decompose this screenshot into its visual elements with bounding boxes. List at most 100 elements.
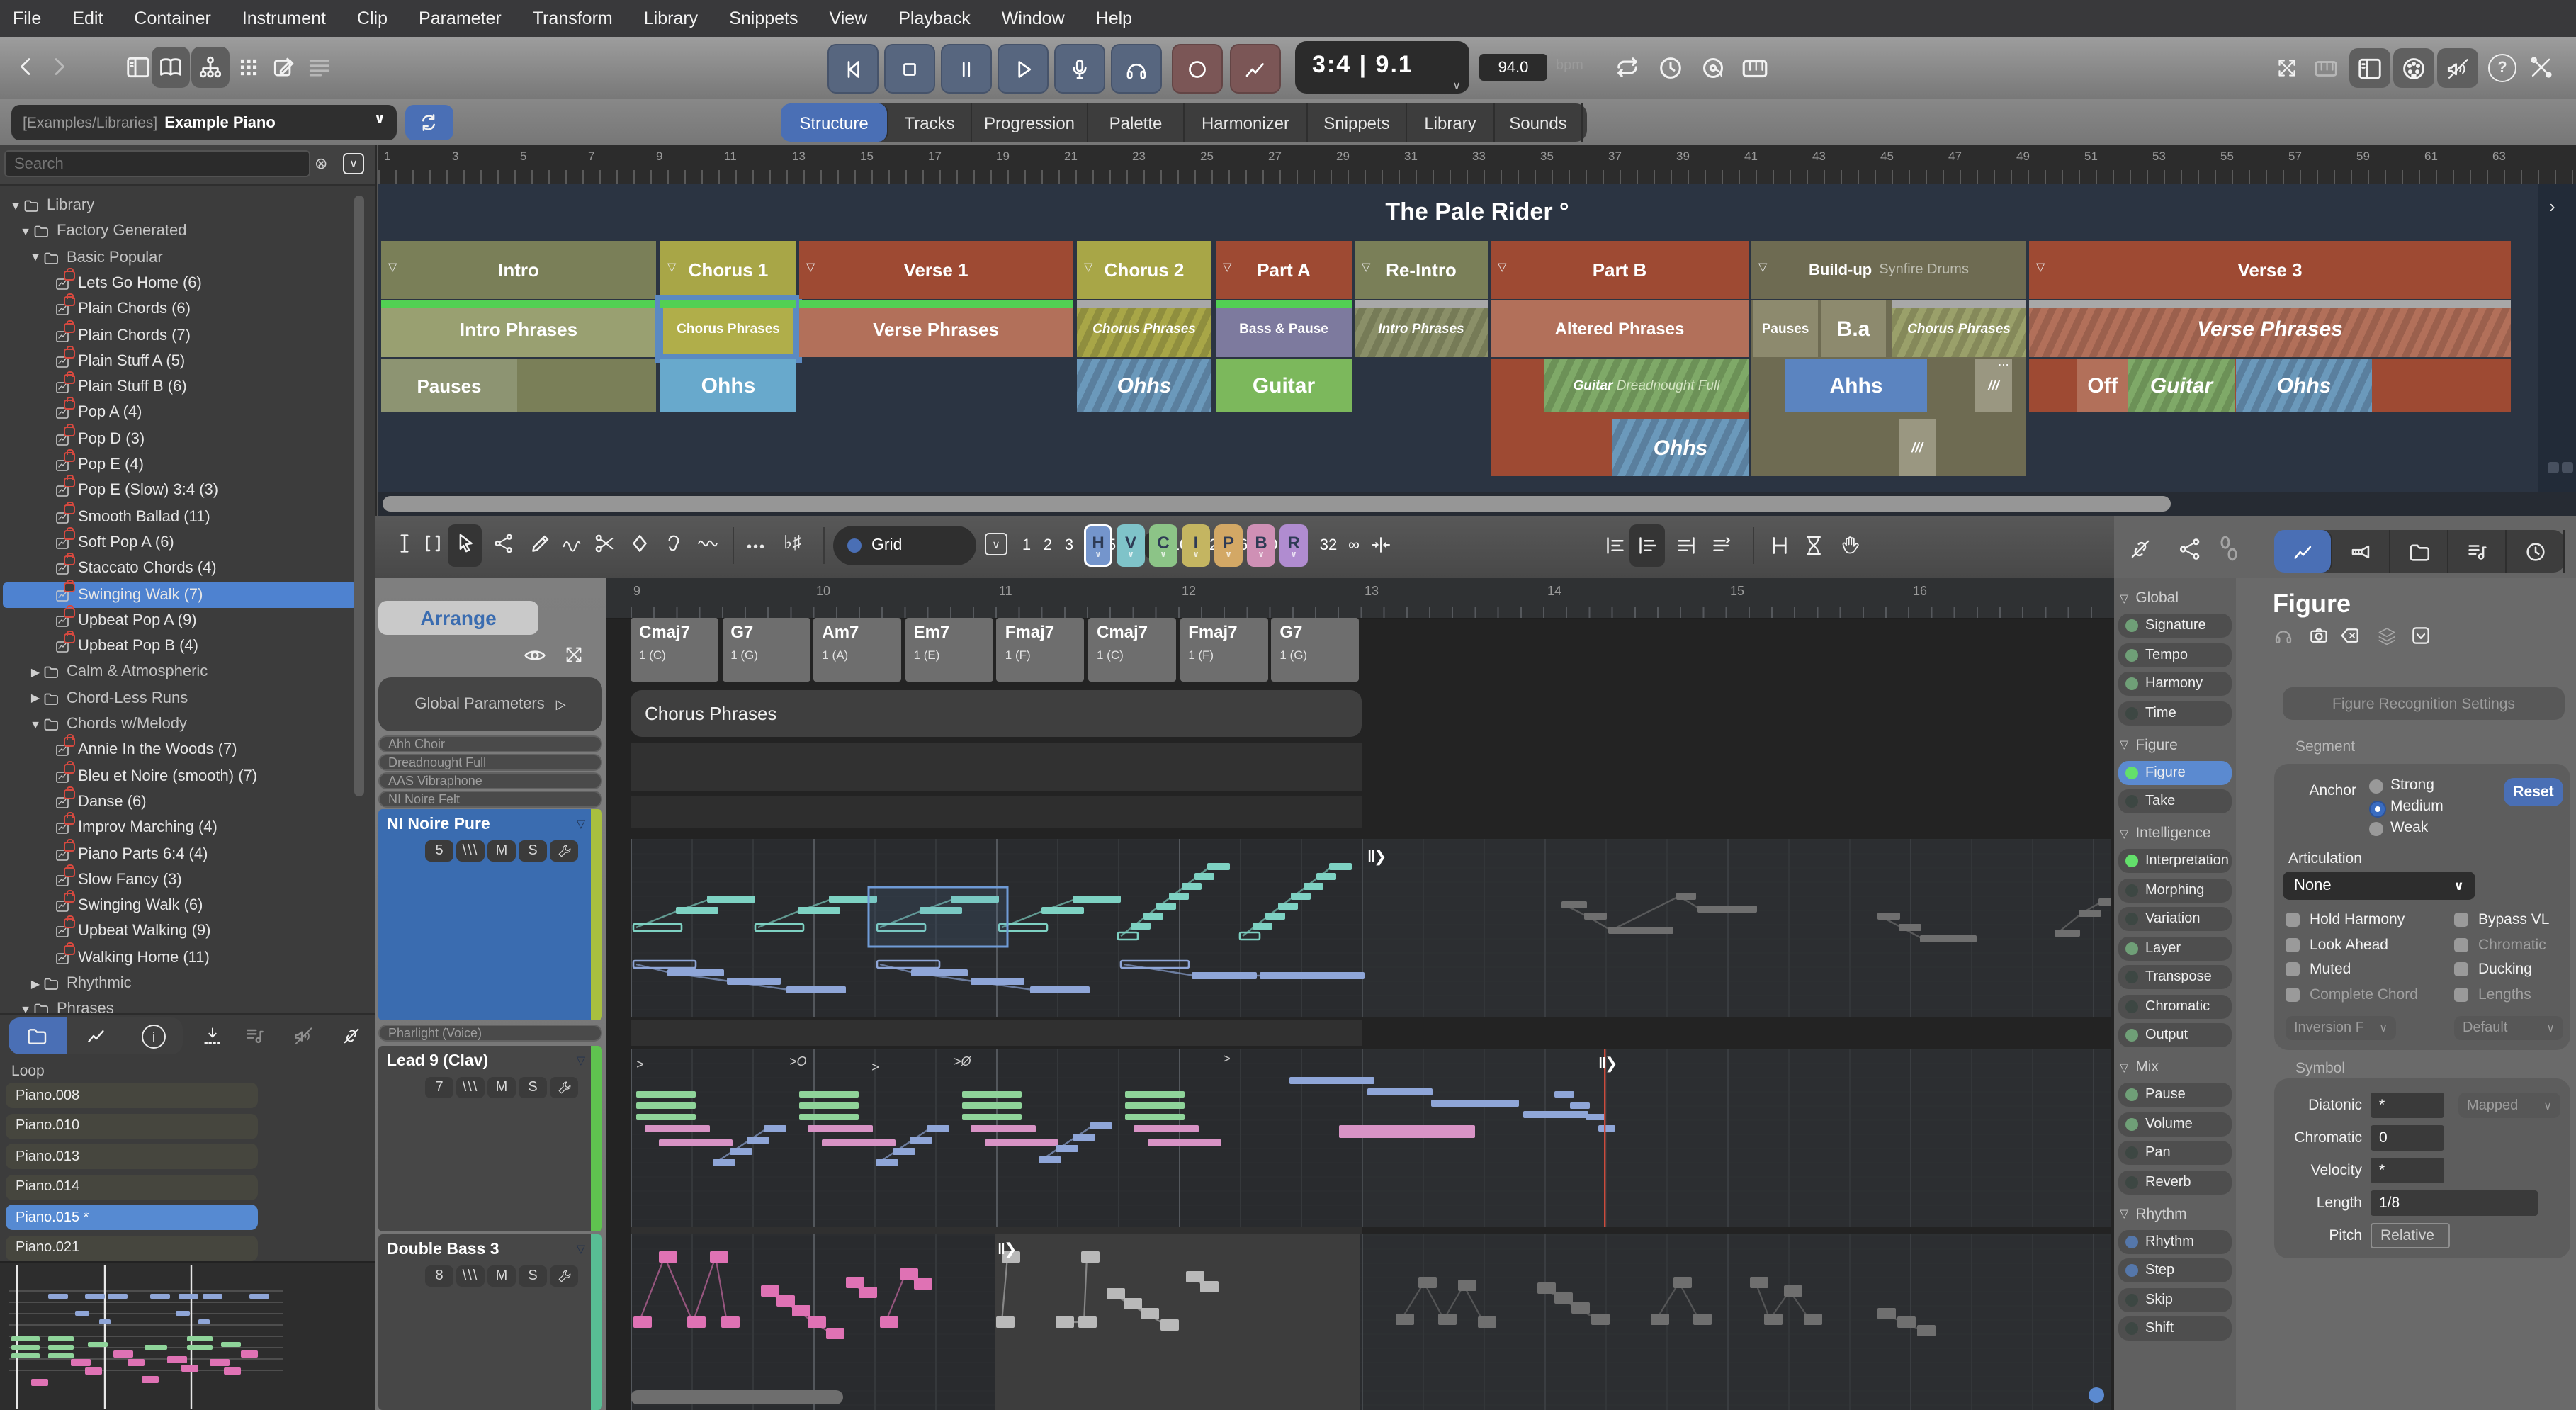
loop-playback-icon[interactable] [1612, 52, 1642, 82]
clip-chorus-phrases[interactable]: Chorus Phrases [1892, 300, 2026, 357]
tree-collapsed-arrow-icon[interactable]: ▶ [28, 977, 43, 990]
param-group-rhythm[interactable]: ▽Rhythm [2120, 1205, 2187, 1222]
menu-item-file[interactable]: File [13, 9, 41, 28]
clip-chorus-phrases[interactable]: Chorus Phrases [1077, 300, 1211, 357]
tool-ibeam-icon[interactable] [392, 531, 417, 555]
mini-scroll-button[interactable] [2548, 462, 2559, 473]
seg-right-checkbox-bypass-vl[interactable] [2454, 913, 2468, 927]
chord-g7-1[interactable]: G71 (G) [722, 618, 810, 682]
tree-item-staccato-chords-4-[interactable]: Staccato Chords (4) [3, 555, 357, 581]
param-interpretation[interactable]: Interpretation [2118, 849, 2232, 873]
clip-guitar-dreadnought-full[interactable]: Guitar Dreadnought Full [1544, 359, 1749, 412]
global-parameters-button[interactable]: Global Parameters▷ [378, 677, 602, 731]
editor-scroll-dot[interactable] [2089, 1387, 2104, 1403]
param-chromatic[interactable]: Chromatic [2118, 994, 2232, 1018]
menu-item-parameter[interactable]: Parameter [419, 9, 502, 28]
section-chevron-icon[interactable]: ▽ [667, 261, 676, 273]
grid-division-∞[interactable]: ∞ [1345, 533, 1363, 558]
clip-guitar[interactable]: Guitar [1216, 359, 1352, 412]
tab-library[interactable]: Library [1407, 103, 1495, 142]
phrase-chart-tab-icon[interactable] [85, 1025, 108, 1047]
chord-cmaj7-5[interactable]: Cmaj71 (C) [1088, 618, 1176, 682]
field-diatonic[interactable]: * [2371, 1093, 2444, 1118]
tab-snippets[interactable]: Snippets [1308, 103, 1407, 142]
preset-dropdown[interactable]: [Examples/Libraries]Example Piano∨ [11, 105, 397, 140]
arrangement-ruler[interactable]: 1357911131517192123252729313335373941434… [378, 145, 2576, 186]
tree-expanded-arrow-icon[interactable]: ▼ [9, 199, 23, 212]
tool-select-icon[interactable] [453, 531, 478, 555]
tree-item-bleu-et-noire-smooth-7-[interactable]: Bleu et Noire (smooth) (7) [3, 763, 357, 789]
unlink-parameter-icon[interactable] [2127, 536, 2154, 563]
transport-flow-button[interactable] [1230, 44, 1281, 94]
menu-item-edit[interactable]: Edit [72, 9, 103, 28]
clip-bass-pause[interactable]: Bass & Pause [1216, 300, 1352, 357]
fullscreen-icon[interactable] [2274, 55, 2300, 81]
seg-left-checkbox-hold-harmony[interactable] [2286, 913, 2300, 927]
chord-cmaj7-0[interactable]: Cmaj71 (C) [631, 618, 718, 682]
tree-item-swinging-walk-6-[interactable]: Swinging Walk (6) [3, 893, 357, 918]
search-input[interactable] [4, 150, 310, 177]
transport-stop-button[interactable] [884, 44, 935, 94]
edit-mode-icon[interactable] [271, 54, 298, 81]
selection-rectangle[interactable] [869, 887, 1007, 947]
track-retrigger-button[interactable]: \\\ [456, 1077, 485, 1098]
align2-icon[interactable] [1635, 533, 1661, 558]
param-layer[interactable]: Layer [2118, 936, 2232, 960]
tree-item-basic-popular[interactable]: ▼Basic Popular [3, 244, 357, 270]
menu-item-snippets[interactable]: Snippets [729, 9, 798, 28]
clip-pauses[interactable]: Pauses [381, 359, 517, 412]
track-pill-ni-noire-felt[interactable]: NI Noire Felt [378, 791, 602, 808]
clip-altered-phrases[interactable]: Altered Phrases [1491, 300, 1749, 357]
menu-item-instrument[interactable]: Instrument [242, 9, 326, 28]
param-group-intelligence[interactable]: ▽Intelligence [2120, 825, 2211, 842]
section-chevron-icon[interactable]: ▽ [1758, 261, 1767, 273]
section-header-chorus-1[interactable]: ▽Chorus 1 [660, 241, 796, 299]
section-chevron-icon[interactable]: ▽ [1362, 261, 1370, 273]
chord-fmaj7-4[interactable]: Fmaj71 (F) [997, 618, 1085, 682]
track-setup-button[interactable] [550, 1077, 578, 1098]
seg-left-checkbox-look-ahead[interactable] [2286, 937, 2300, 952]
list-view-icon[interactable] [306, 54, 333, 81]
grid-division-2[interactable]: 2 [1039, 533, 1057, 558]
tempo-field[interactable]: 94.0 [1479, 54, 1547, 81]
tree-item-upbeat-pop-b-4-[interactable]: Upbeat Pop B (4) [3, 633, 357, 659]
clip-chorus-phrases[interactable]: Chorus Phrases [660, 300, 796, 357]
sync-button[interactable] [405, 105, 453, 140]
visibility-icon[interactable] [523, 643, 547, 667]
clip-ohhs[interactable]: Ohhs [1612, 419, 1749, 476]
field-length[interactable]: 1/8 [2371, 1190, 2538, 1216]
section-header-verse-3[interactable]: ▽Verse 3 [2029, 241, 2511, 299]
tree-view-icon[interactable] [197, 54, 224, 81]
clip-ohhs[interactable]: Ohhs [2236, 359, 2372, 412]
tool-erase-icon[interactable] [628, 531, 652, 555]
track-mute-button[interactable]: M [487, 840, 516, 862]
track-chevron-icon[interactable]: ▽ [577, 1243, 585, 1256]
grid-division-3[interactable]: 3 [1060, 533, 1078, 558]
param-rhythm[interactable]: Rhythm [2118, 1229, 2232, 1253]
param-harmony[interactable]: Harmony [2118, 672, 2232, 696]
sidebar-toggle-icon[interactable] [125, 54, 152, 81]
field-chromatic[interactable]: 0 [2371, 1125, 2444, 1151]
menu-item-library[interactable]: Library [644, 9, 698, 28]
menu-item-window[interactable]: Window [1002, 9, 1065, 28]
section-chevron-icon[interactable]: ▽ [806, 261, 815, 273]
chord-em7-3[interactable]: Em71 (E) [905, 618, 993, 682]
track-solo-button[interactable]: S [519, 1077, 547, 1098]
loop-item-piano-015-[interactable]: Piano.015 * [6, 1205, 258, 1230]
track-solo-button[interactable]: S [519, 1265, 547, 1287]
param-shift[interactable]: Shift [2118, 1316, 2232, 1341]
section-chevron-icon[interactable]: ▽ [1084, 261, 1092, 273]
onscreen-keyboard-icon[interactable] [1740, 54, 1770, 84]
search-options-icon[interactable]: ∨ [343, 153, 364, 174]
structure-canvas[interactable]: The Pale Rider °›▽IntroIntro PhrasesPaus… [378, 184, 2576, 492]
tree-item-pop-e-slow-3-4-3-[interactable]: Pop E (Slow) 3:4 (3) [3, 478, 357, 504]
unlink-phrase-icon[interactable] [340, 1025, 363, 1047]
transport-play-button[interactable] [998, 44, 1049, 94]
track-channel-number[interactable]: 8 [425, 1265, 453, 1287]
clip-ohhs[interactable]: Ohhs [1077, 359, 1211, 412]
track-channel-number[interactable]: 7 [425, 1077, 453, 1098]
inspector-tab-phrase-view[interactable] [2448, 530, 2507, 573]
param-pause[interactable]: Pause [2118, 1083, 2232, 1107]
loop-item-piano-014[interactable]: Piano.014 [6, 1174, 258, 1200]
tab-structure[interactable]: Structure [781, 103, 888, 142]
